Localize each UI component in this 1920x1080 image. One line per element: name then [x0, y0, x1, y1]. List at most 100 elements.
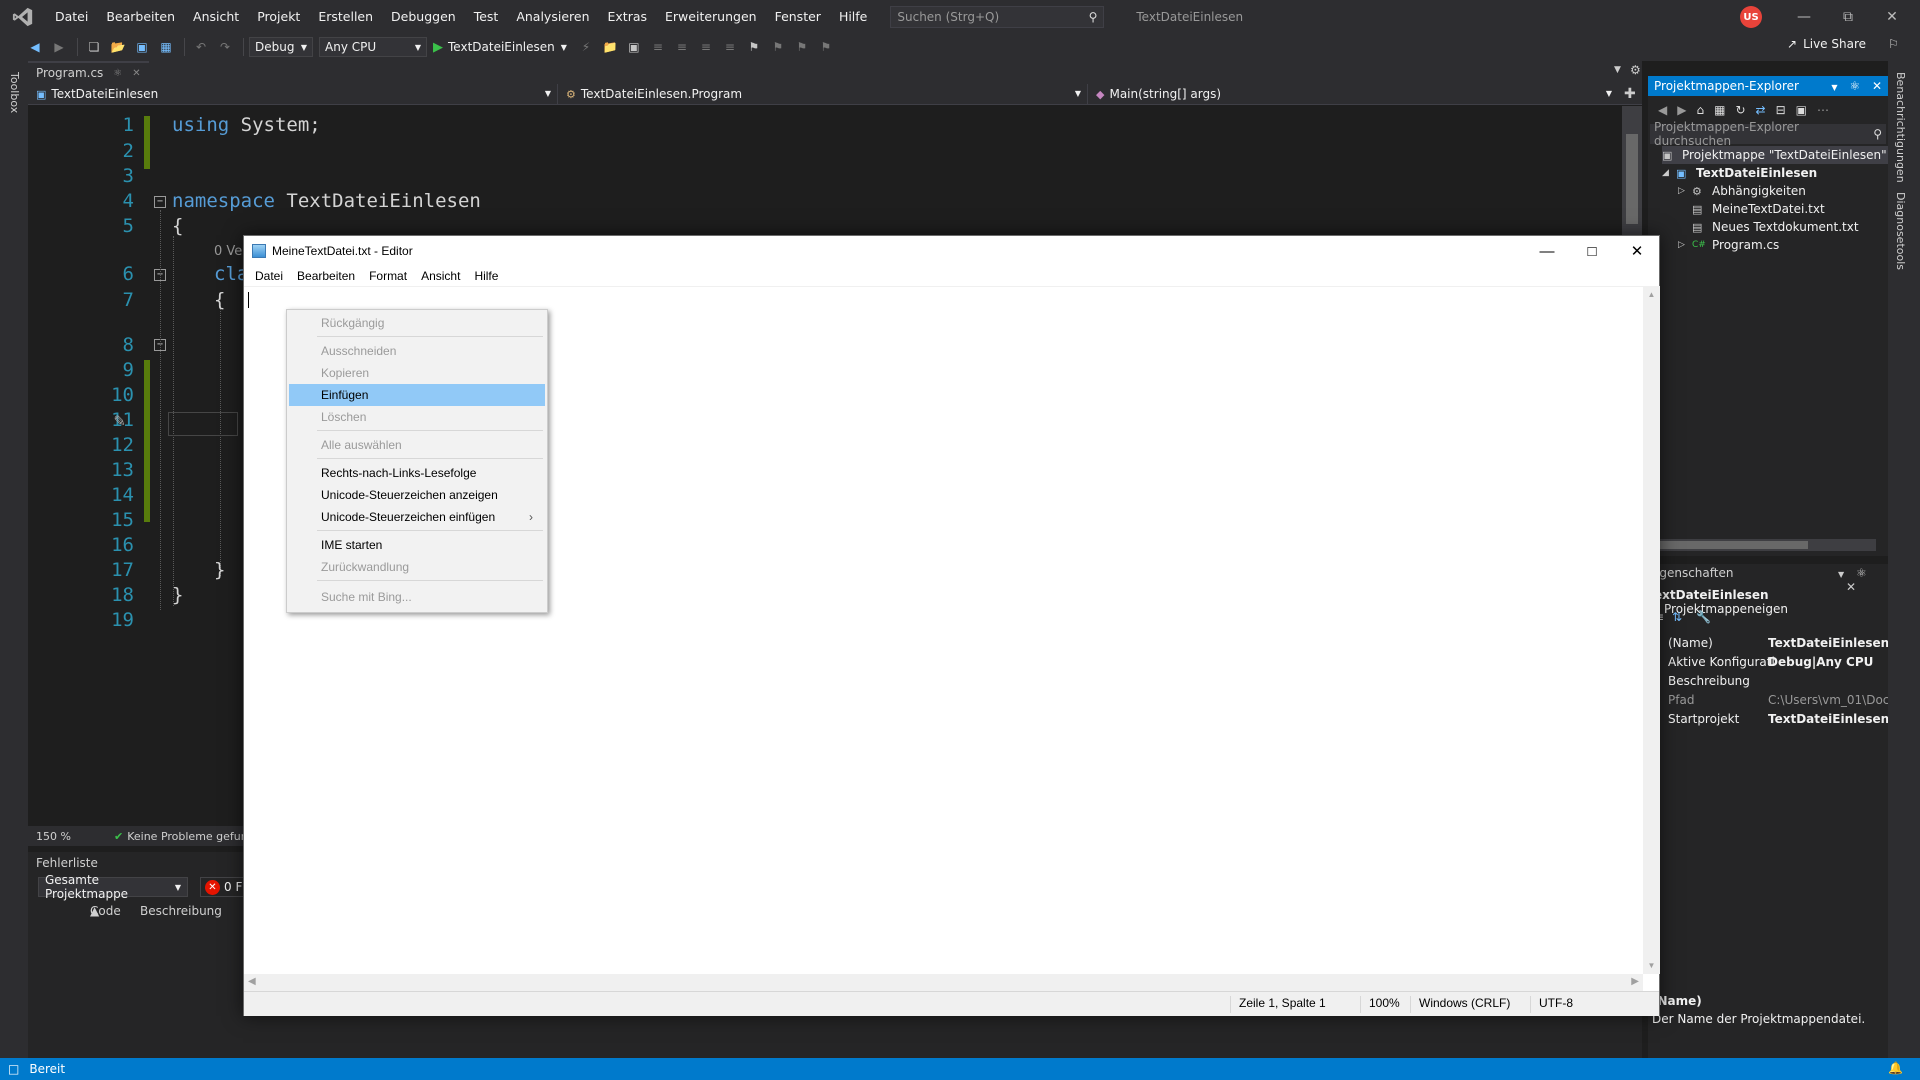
problems-status[interactable]: Keine Probleme gefun [127, 830, 248, 843]
diagnostic-tools-tab[interactable]: Diagnosetools [1894, 192, 1907, 270]
scroll-down-icon[interactable]: ▼ [1643, 961, 1660, 970]
bookmark-next-icon[interactable]: ⚑ [791, 36, 813, 58]
codelens-references[interactable]: 0 Ve [214, 244, 242, 259]
ctx-insert-unicode[interactable]: Unicode-Steuerzeichen einfügen › [289, 506, 545, 528]
switch-views-icon[interactable]: ▦ [1714, 103, 1725, 117]
platform-dropdown[interactable]: Any CPU ▼ [319, 37, 427, 57]
menu-debuggen[interactable]: Debuggen [382, 0, 465, 33]
np-menu-format[interactable]: Format [362, 269, 414, 283]
config-dropdown[interactable]: Debug ▼ [249, 37, 313, 57]
scroll-left-icon[interactable]: ◀ [248, 976, 256, 987]
back-icon[interactable]: ◀ [1658, 103, 1667, 117]
expanded-arrow-icon[interactable]: ◢ [1662, 168, 1676, 178]
collapsed-arrow-icon[interactable]: ▷ [1678, 240, 1692, 250]
notifications-bell-icon[interactable]: 🔔 [1888, 1061, 1903, 1075]
error-scope-dropdown[interactable]: Gesamte Projektmappe ▼ [38, 873, 188, 901]
tree-item-file[interactable]: ▤ MeineTextDatei.txt [1692, 202, 1825, 216]
ctx-open-ime[interactable]: IME starten [289, 534, 545, 556]
np-menu-hilfe[interactable]: Hilfe [467, 269, 505, 283]
home-icon[interactable]: ⌂ [1696, 103, 1704, 117]
ctx-search-bing[interactable]: Suche mit Bing... [289, 586, 545, 608]
chevron-down-icon[interactable]: ▼ [1838, 570, 1844, 579]
toolbox-tab[interactable]: Toolbox [8, 72, 21, 113]
menu-projekt[interactable]: Projekt [248, 0, 309, 33]
prop-value[interactable]: Debug|Any CPU [1768, 655, 1888, 669]
solution-explorer-search[interactable]: Projektmappen-Explorer durchsuchen ⚲ [1650, 120, 1886, 148]
nav-member-dropdown[interactable]: ◆ Main(string[] args) ▼ [1088, 84, 1618, 104]
uncomment-icon[interactable]: ≡ [719, 36, 741, 58]
prop-value[interactable]: TextDateiEinlesen [1768, 712, 1888, 726]
menu-bearbeiten[interactable]: Bearbeiten [97, 0, 184, 33]
vs-minimize-button[interactable]: — [1784, 0, 1824, 33]
menu-datei[interactable]: Datei [46, 0, 97, 33]
wrench-icon[interactable]: 🔧 [1696, 610, 1711, 624]
bookmark-icon[interactable]: ⚑ [743, 36, 765, 58]
notepad-horizontal-scrollbar[interactable]: ◀ ▶ [244, 974, 1643, 991]
properties-object-selector[interactable]: extDateiEinlesen Projektmappeneigen [1654, 588, 1888, 616]
ctx-show-unicode[interactable]: Unicode-Steuerzeichen anzeigen [289, 484, 545, 506]
scrollbar-thumb[interactable] [1658, 541, 1808, 549]
prop-value[interactable]: TextDateiEinlesen [1768, 636, 1888, 650]
forward-icon[interactable]: ▶ [1677, 103, 1686, 117]
notepad-maximize-button[interactable]: □ [1570, 236, 1614, 266]
ctx-paste[interactable]: Einfügen [289, 384, 545, 406]
live-share-button[interactable]: ↗ Live Share [1787, 37, 1866, 51]
quick-action-icon[interactable]: ✎ [114, 410, 125, 431]
new-project-icon[interactable]: ❏ [83, 36, 105, 58]
close-icon[interactable]: ✕ [132, 68, 140, 79]
menu-extras[interactable]: Extras [599, 0, 657, 33]
vs-search-input[interactable]: Suchen (Strg+Q) ⚲ [890, 5, 1105, 28]
menu-ansicht[interactable]: Ansicht [184, 0, 248, 33]
fold-toggle-icon[interactable]: − [154, 196, 166, 208]
menu-erweiterungen[interactable]: Erweiterungen [656, 0, 766, 33]
save-icon[interactable]: ▣ [131, 36, 153, 58]
tree-item-file[interactable]: ▷ C# Program.cs [1678, 238, 1779, 252]
vs-restore-button[interactable]: ⧉ [1828, 0, 1868, 33]
collapse-all-icon[interactable]: ⊟ [1776, 103, 1786, 117]
menu-fenster[interactable]: Fenster [766, 0, 830, 33]
np-menu-bearbeiten[interactable]: Bearbeiten [290, 269, 362, 283]
scroll-right-icon[interactable]: ▶ [1631, 976, 1639, 987]
undo-icon[interactable]: ↶ [190, 36, 212, 58]
ctx-rtl-reading[interactable]: Rechts-nach-Links-Lesefolge [289, 462, 545, 484]
tree-item-file[interactable]: ▤ Neues Textdokument.txt [1692, 220, 1859, 234]
np-menu-datei[interactable]: Datei [248, 269, 290, 283]
nav-type-dropdown[interactable]: ⚙ TextDateiEinlesen.Program ▼ [558, 83, 1088, 104]
close-icon[interactable]: ✕ [1872, 79, 1882, 93]
align-right-icon[interactable]: ≡ [671, 36, 693, 58]
notepad-close-button[interactable]: ✕ [1615, 236, 1659, 266]
collapsed-arrow-icon[interactable]: ▷ [1678, 186, 1692, 196]
alphabetical-icon[interactable]: ⇅ [1672, 610, 1682, 624]
feedback-icon[interactable]: ⚐ [1888, 37, 1899, 51]
menu-analysieren[interactable]: Analysieren [507, 0, 598, 33]
start-debug-button[interactable]: ▶ TextDateiEinlesen ▼ [433, 40, 567, 55]
ctx-reconversion[interactable]: Zurückwandlung [289, 556, 545, 578]
more-icon[interactable]: ⋯ [1817, 103, 1829, 117]
scrollbar-thumb[interactable] [1626, 134, 1638, 224]
save-all-icon[interactable]: ▦ [155, 36, 177, 58]
tree-item-dependencies[interactable]: ▷ ⚙ Abhängigkeiten [1678, 184, 1806, 198]
ctx-cut[interactable]: Ausschneiden [289, 340, 545, 362]
back-icon[interactable]: ◀ [24, 36, 46, 58]
solution-explorer-hscrollbar[interactable] [1656, 539, 1876, 551]
ctx-select-all[interactable]: Alle auswählen [289, 434, 545, 456]
error-list-title[interactable]: Fehlerliste [36, 856, 98, 870]
user-avatar[interactable]: US [1740, 6, 1762, 28]
menu-erstellen[interactable]: Erstellen [309, 0, 382, 33]
tab-program-cs[interactable]: Program.cs ⚛ ✕ [28, 61, 149, 83]
ctx-copy[interactable]: Kopieren [289, 362, 545, 384]
pin-icon[interactable]: ⚛ [1849, 79, 1860, 93]
open-folder-icon[interactable]: 📂 [107, 36, 129, 58]
notepad-titlebar[interactable]: MeineTextDatei.txt - Editor — □ ✕ [244, 236, 1659, 266]
ctx-undo[interactable]: Rückgängig [289, 312, 545, 334]
show-all-files-icon[interactable]: ▣ [1796, 103, 1807, 117]
notifications-tab[interactable]: Benachrichtigungen [1894, 72, 1907, 183]
hot-reload-icon[interactable]: ⚡ [575, 36, 597, 58]
split-icon[interactable]: ✚ [1624, 86, 1636, 102]
col-code[interactable]: Code [90, 904, 121, 918]
align-left-icon[interactable]: ≡ [647, 36, 669, 58]
comment-icon[interactable]: ≡ [695, 36, 717, 58]
bookmark-clear-icon[interactable]: ⚑ [815, 36, 837, 58]
redo-icon[interactable]: ↷ [214, 36, 236, 58]
tab-overflow-icon[interactable]: ▼ [1614, 65, 1621, 75]
